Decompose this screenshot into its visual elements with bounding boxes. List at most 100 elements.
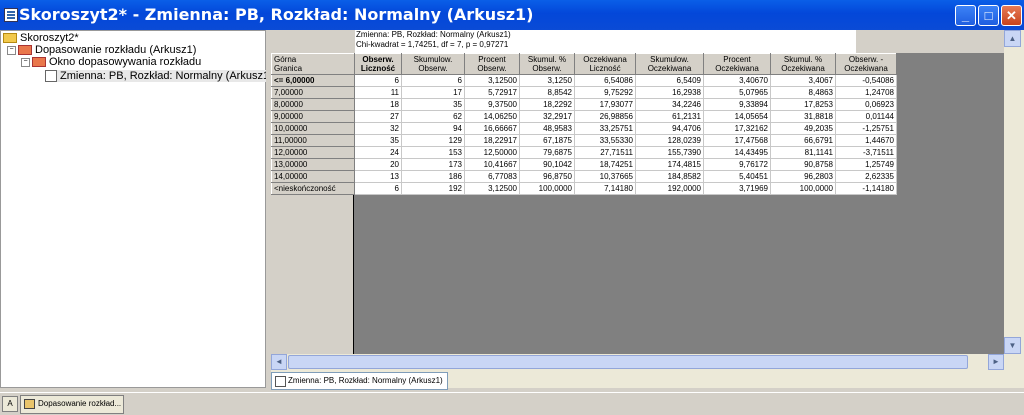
table-cell[interactable]: 26,98856 <box>574 110 636 123</box>
table-cell[interactable]: 16,2938 <box>635 86 704 99</box>
title-bar[interactable]: Skoroszyt2* - Zmienna: PB, Rozkład: Norm… <box>0 0 1024 30</box>
table-cell[interactable]: 27 <box>354 110 402 123</box>
row-label[interactable]: 9,00000 <box>271 110 355 123</box>
sheet-tab[interactable]: Zmienna: PB, Rozkład: Normalny (Arkusz1) <box>271 372 448 390</box>
column-header-col-pct-observed[interactable]: Procent Obserw. <box>464 53 520 75</box>
table-cell[interactable]: 49,2035 <box>770 122 836 135</box>
table-cell[interactable]: 1,44670 <box>835 134 897 147</box>
table-cell[interactable]: 3,12500 <box>464 74 520 87</box>
table-cell[interactable]: 128,0239 <box>635 134 704 147</box>
table-cell[interactable]: 6,54086 <box>574 74 636 87</box>
row-label[interactable]: 12,00000 <box>271 146 355 159</box>
row-label[interactable]: 8,00000 <box>271 98 355 111</box>
table-cell[interactable]: 100,0000 <box>519 182 575 195</box>
table-cell[interactable]: 6 <box>401 74 465 87</box>
table-cell[interactable]: 18,22917 <box>464 134 520 147</box>
table-cell[interactable]: 81,1141 <box>770 146 836 159</box>
table-cell[interactable]: 3,4067 <box>770 74 836 87</box>
table-cell[interactable]: 33,55330 <box>574 134 636 147</box>
table-cell[interactable]: 6 <box>354 182 402 195</box>
column-header-col-cum-pct-expected[interactable]: Skumul. % Oczekiwana <box>770 53 836 75</box>
table-cell[interactable]: 48,9583 <box>519 122 575 135</box>
scroll-down-icon[interactable]: ▼ <box>1004 337 1021 354</box>
vertical-scrollbar[interactable]: ▲ ▼ <box>1004 30 1021 354</box>
table-cell[interactable]: -1,25751 <box>835 122 897 135</box>
table-cell[interactable]: 6 <box>354 74 402 87</box>
table-cell[interactable]: 90,8758 <box>770 158 836 171</box>
minimize-button[interactable]: _ <box>955 5 976 26</box>
row-label[interactable]: 11,00000 <box>271 134 355 147</box>
table-cell[interactable]: 1,25749 <box>835 158 897 171</box>
column-header-col-pct-expected[interactable]: Procent Oczekiwana <box>703 53 771 75</box>
table-cell[interactable]: 155,7390 <box>635 146 704 159</box>
table-cell[interactable]: 173 <box>401 158 465 171</box>
column-header-col-cum-observed[interactable]: Skumulow. Obserw. <box>401 53 465 75</box>
table-cell[interactable]: 100,0000 <box>770 182 836 195</box>
scroll-left-icon[interactable]: ◄ <box>271 354 287 370</box>
scroll-right-icon[interactable]: ► <box>988 354 1004 370</box>
maximize-button[interactable]: □ <box>978 5 999 26</box>
table-cell[interactable]: 9,33894 <box>703 98 771 111</box>
tree-item-sheet[interactable]: Zmienna: PB, Rozkład: Normalny (Arkusz1) <box>45 70 273 83</box>
table-cell[interactable]: 35 <box>354 134 402 147</box>
table-cell[interactable]: 94,4706 <box>635 122 704 135</box>
table-cell[interactable]: 192,0000 <box>635 182 704 195</box>
close-button[interactable]: ✕ <box>1001 5 1022 26</box>
table-cell[interactable]: 17 <box>401 86 465 99</box>
table-cell[interactable]: 174,4815 <box>635 158 704 171</box>
row-label[interactable]: 13,00000 <box>271 158 355 171</box>
table-cell[interactable]: 9,76172 <box>703 158 771 171</box>
row-label[interactable]: 10,00000 <box>271 122 355 135</box>
table-cell[interactable]: 9,37500 <box>464 98 520 111</box>
table-cell[interactable]: 35 <box>401 98 465 111</box>
table-cell[interactable]: 0,06923 <box>835 98 897 111</box>
table-cell[interactable]: 17,47568 <box>703 134 771 147</box>
table-cell[interactable]: 62 <box>401 110 465 123</box>
tree-item-fit[interactable]: − Dopasowanie rozkładu (Arkusz1) <box>7 44 196 56</box>
table-cell[interactable]: 20 <box>354 158 402 171</box>
table-cell[interactable]: 13 <box>354 170 402 183</box>
table-cell[interactable]: 8,8542 <box>519 86 575 99</box>
table-cell[interactable]: 16,66667 <box>464 122 520 135</box>
row-label[interactable]: 14,00000 <box>271 170 355 183</box>
table-cell[interactable]: 34,2246 <box>635 98 704 111</box>
table-cell[interactable]: 9,75292 <box>574 86 636 99</box>
table-cell[interactable]: 10,37665 <box>574 170 636 183</box>
table-cell[interactable]: 7,14180 <box>574 182 636 195</box>
column-header-col-cum-pct-observed[interactable]: Skumul. % Obserw. <box>519 53 575 75</box>
start-icon[interactable]: A <box>2 396 18 412</box>
table-cell[interactable]: 3,71969 <box>703 182 771 195</box>
row-label[interactable]: <= 6,00000 <box>271 74 355 87</box>
table-cell[interactable]: 96,2803 <box>770 170 836 183</box>
table-cell[interactable]: 31,8818 <box>770 110 836 123</box>
scroll-thumb[interactable] <box>288 355 968 369</box>
collapse-icon[interactable]: − <box>7 45 16 55</box>
table-cell[interactable]: 33,25751 <box>574 122 636 135</box>
table-cell[interactable]: 6,77083 <box>464 170 520 183</box>
table-cell[interactable]: 5,07965 <box>703 86 771 99</box>
table-cell[interactable]: 18 <box>354 98 402 111</box>
table-cell[interactable]: 186 <box>401 170 465 183</box>
row-label[interactable]: <nieskończoność <box>271 182 355 195</box>
table-cell[interactable]: 67,1875 <box>519 134 575 147</box>
table-cell[interactable]: 5,72917 <box>464 86 520 99</box>
table-cell[interactable]: 1,24708 <box>835 86 897 99</box>
table-cell[interactable]: 0,01144 <box>835 110 897 123</box>
table-cell[interactable]: 10,41667 <box>464 158 520 171</box>
table-cell[interactable]: 12,50000 <box>464 146 520 159</box>
table-cell[interactable]: 11 <box>354 86 402 99</box>
table-cell[interactable]: 5,40451 <box>703 170 771 183</box>
table-cell[interactable]: 129 <box>401 134 465 147</box>
table-cell[interactable]: 3,1250 <box>519 74 575 87</box>
table-cell[interactable]: 24 <box>354 146 402 159</box>
table-cell[interactable]: -1,14180 <box>835 182 897 195</box>
column-header-col-expected-count[interactable]: Oczekiwana Liczność <box>574 53 636 75</box>
scroll-up-icon[interactable]: ▲ <box>1004 30 1021 47</box>
table-cell[interactable]: 8,4863 <box>770 86 836 99</box>
row-label[interactable]: 7,00000 <box>271 86 355 99</box>
table-cell[interactable]: 18,74251 <box>574 158 636 171</box>
tree-root[interactable]: Skoroszyt2* <box>3 32 79 44</box>
table-cell[interactable]: 14,06250 <box>464 110 520 123</box>
table-cell[interactable]: -0,54086 <box>835 74 897 87</box>
table-cell[interactable]: 17,93077 <box>574 98 636 111</box>
